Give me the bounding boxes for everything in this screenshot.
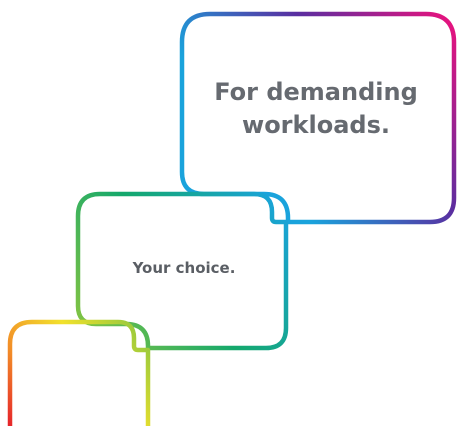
headline-line-1: For demanding <box>214 78 418 106</box>
decorative-frames-graphic <box>7 11 457 426</box>
subline: Your choice. <box>132 259 236 277</box>
headline-line-2: workloads. <box>242 111 390 139</box>
headline: For demanding workloads. <box>192 76 440 142</box>
small-frame <box>7 319 151 426</box>
